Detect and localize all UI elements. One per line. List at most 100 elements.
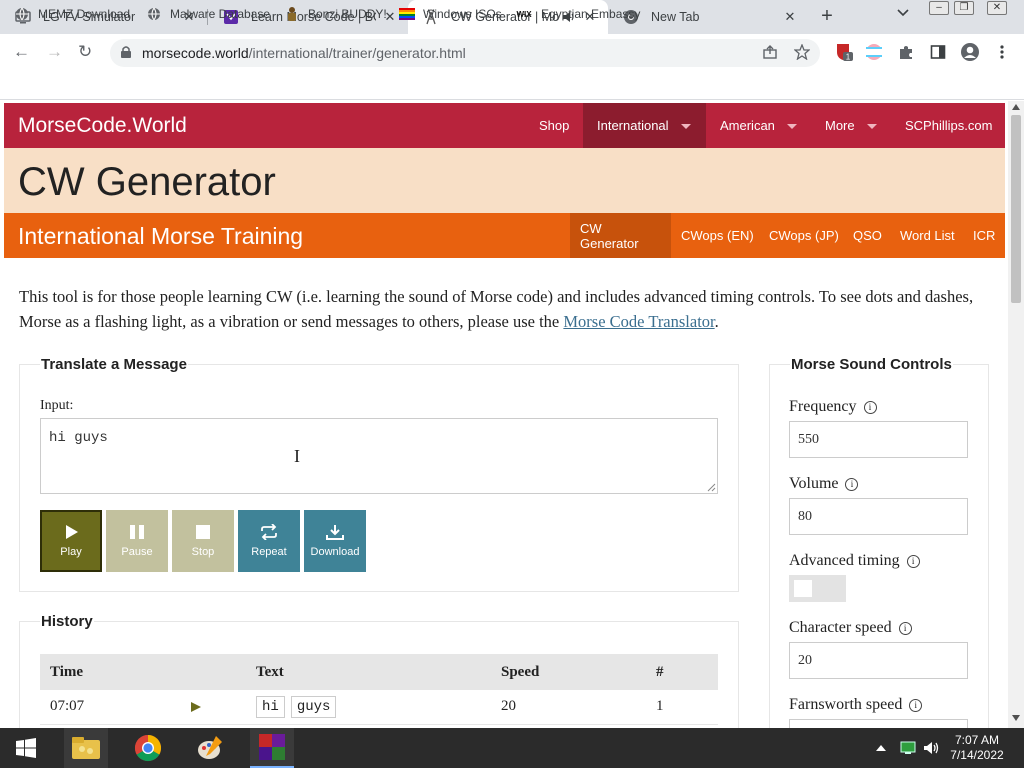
message-input[interactable]: hi guys — [40, 418, 718, 494]
back-icon[interactable]: ← — [13, 43, 30, 61]
subnav-cwops-jp[interactable]: CWops (JP) — [759, 213, 849, 258]
pause-button[interactable]: Pause — [106, 510, 168, 572]
translator-link[interactable]: Morse Code Translator — [563, 312, 714, 331]
subnav-cwops-en[interactable]: CWops (EN) — [671, 213, 764, 258]
nav-american[interactable]: American — [706, 103, 811, 148]
subnav-label: CW Generator — [580, 220, 639, 251]
scroll-up-icon[interactable] — [1012, 104, 1020, 110]
share-icon[interactable] — [760, 42, 780, 62]
bookmark-label: Windows ISOs — [423, 7, 502, 21]
system-clock[interactable]: 7:07 AM 7/14/2022 — [946, 733, 1008, 763]
bookmark-egyptian-embassy[interactable]: WIX Egyptian Embassy — [515, 4, 640, 24]
tab-search-icon[interactable] — [897, 9, 909, 17]
paint-icon[interactable] — [188, 728, 232, 768]
advanced-timing-toggle[interactable] — [789, 575, 846, 602]
restore-button[interactable]: ❐ — [954, 1, 974, 15]
app-taskbar-icon[interactable] — [250, 728, 294, 768]
nav-label: Shop — [539, 118, 570, 133]
close-window-button[interactable]: ✕ — [987, 1, 1007, 15]
volume-label-text: Volume — [789, 475, 839, 492]
info-icon[interactable]: i — [845, 478, 859, 491]
chrome-taskbar-icon[interactable] — [126, 728, 170, 768]
repeat-button[interactable]: Repeat — [238, 510, 300, 572]
puzzle-extensions-icon[interactable] — [896, 42, 916, 62]
nav-more[interactable]: More — [811, 103, 891, 148]
reload-icon[interactable]: ↻ — [78, 43, 92, 61]
stop-icon — [196, 525, 210, 539]
download-button[interactable]: Download — [304, 510, 366, 572]
forward-icon[interactable]: → — [46, 43, 63, 61]
col-speed: Speed — [491, 654, 646, 690]
page-scrollbar[interactable] — [1008, 101, 1024, 728]
network-icon[interactable] — [898, 728, 918, 768]
bookmark-label: Bonzi BUDDY! — [308, 7, 387, 21]
subnav-cw-generator[interactable]: CW Generator — [570, 213, 671, 258]
rainbow-flag-icon — [399, 6, 415, 22]
pride-flag-icon[interactable] — [864, 42, 884, 62]
close-tab-icon[interactable]: ✕ — [782, 9, 798, 25]
volume-icon[interactable] — [922, 728, 942, 768]
col-time: Time — [40, 654, 178, 690]
file-explorer-icon[interactable] — [64, 728, 108, 768]
scrollbar-thumb[interactable] — [1011, 115, 1021, 303]
character-speed-input[interactable]: 20 — [789, 642, 968, 679]
info-icon[interactable]: i — [863, 401, 877, 414]
extension-badge-icon[interactable]: 1 — [834, 42, 854, 62]
sound-controls-title: Morse Sound Controls — [790, 356, 953, 373]
subnav-word-list[interactable]: Word List — [890, 213, 965, 258]
profile-avatar-icon[interactable] — [960, 42, 980, 62]
resize-grip-icon[interactable] — [707, 483, 716, 492]
info-icon[interactable]: i — [898, 622, 912, 635]
repeat-icon — [261, 524, 277, 540]
wix-icon: WIX — [516, 9, 532, 19]
side-panel-icon[interactable] — [928, 42, 948, 62]
subnav-label: Word List — [900, 228, 955, 243]
play-button[interactable]: Play — [40, 510, 102, 572]
site-logo[interactable]: MorseCode.World — [18, 114, 187, 138]
clock-date: 7/14/2022 — [950, 748, 1004, 762]
windows-start-icon[interactable] — [8, 728, 44, 768]
farnsworth-speed-label: Farnsworth speed i — [789, 696, 923, 714]
minimize-button[interactable]: – — [929, 1, 949, 15]
bookmark-windows-isos[interactable]: Windows ISOs — [399, 4, 502, 24]
history-title: History — [40, 613, 94, 630]
play-label: Play — [60, 546, 82, 558]
new-tab-button[interactable]: + — [816, 6, 838, 28]
volume-input[interactable]: 80 — [789, 498, 968, 535]
bookmark-label: Malware Database — [170, 7, 271, 21]
row-time: 07:07 — [40, 690, 178, 725]
farnsworth-speed-input[interactable] — [789, 719, 968, 728]
subnav-label: ICR — [973, 228, 996, 243]
nav-label: SCPhillips.com — [905, 118, 993, 133]
subnav-qso[interactable]: QSO — [843, 213, 892, 258]
site-header: MorseCode.World Shop International Ameri… — [4, 103, 1005, 148]
nav-international[interactable]: International — [583, 103, 706, 148]
nav-shop[interactable]: Shop — [525, 103, 583, 148]
bookmark-malware-database[interactable]: Malware Database — [146, 4, 270, 24]
nav-scphillips[interactable]: SCPhillips.com — [891, 103, 1006, 148]
stop-button[interactable]: Stop — [172, 510, 234, 572]
url-domain: morsecode.world — [142, 45, 249, 61]
info-icon[interactable]: i — [906, 555, 920, 568]
bookmark-memz[interactable]: MEMZ Download — [14, 4, 130, 24]
input-label: Input: — [40, 398, 74, 413]
scroll-down-icon[interactable] — [1012, 715, 1020, 721]
info-icon[interactable]: i — [909, 699, 923, 712]
bookmark-bonzi-buddy[interactable]: Bonzi BUDDY! — [284, 4, 387, 24]
lock-icon[interactable] — [116, 42, 136, 62]
word-chip[interactable]: guys — [290, 695, 337, 718]
download-label: Download — [310, 546, 360, 558]
globe-icon — [146, 6, 162, 22]
subnav-icr[interactable]: ICR — [963, 213, 1005, 258]
intro-text: This tool is for those people learning C… — [19, 287, 974, 331]
intro-paragraph: This tool is for those people learning C… — [19, 284, 994, 334]
star-icon[interactable] — [792, 42, 812, 62]
word-chip[interactable]: hi — [256, 695, 285, 718]
character-speed-label: Character speed i — [789, 619, 912, 637]
show-hidden-icons-icon[interactable] — [873, 728, 889, 768]
volume-label: Volume i — [789, 475, 859, 493]
browser-menu-icon[interactable] — [992, 42, 1012, 62]
url-text[interactable]: morsecode.world/international/trainer/ge… — [142, 45, 466, 61]
replay-icon[interactable] — [178, 690, 246, 725]
frequency-input[interactable]: 550 — [789, 421, 968, 458]
